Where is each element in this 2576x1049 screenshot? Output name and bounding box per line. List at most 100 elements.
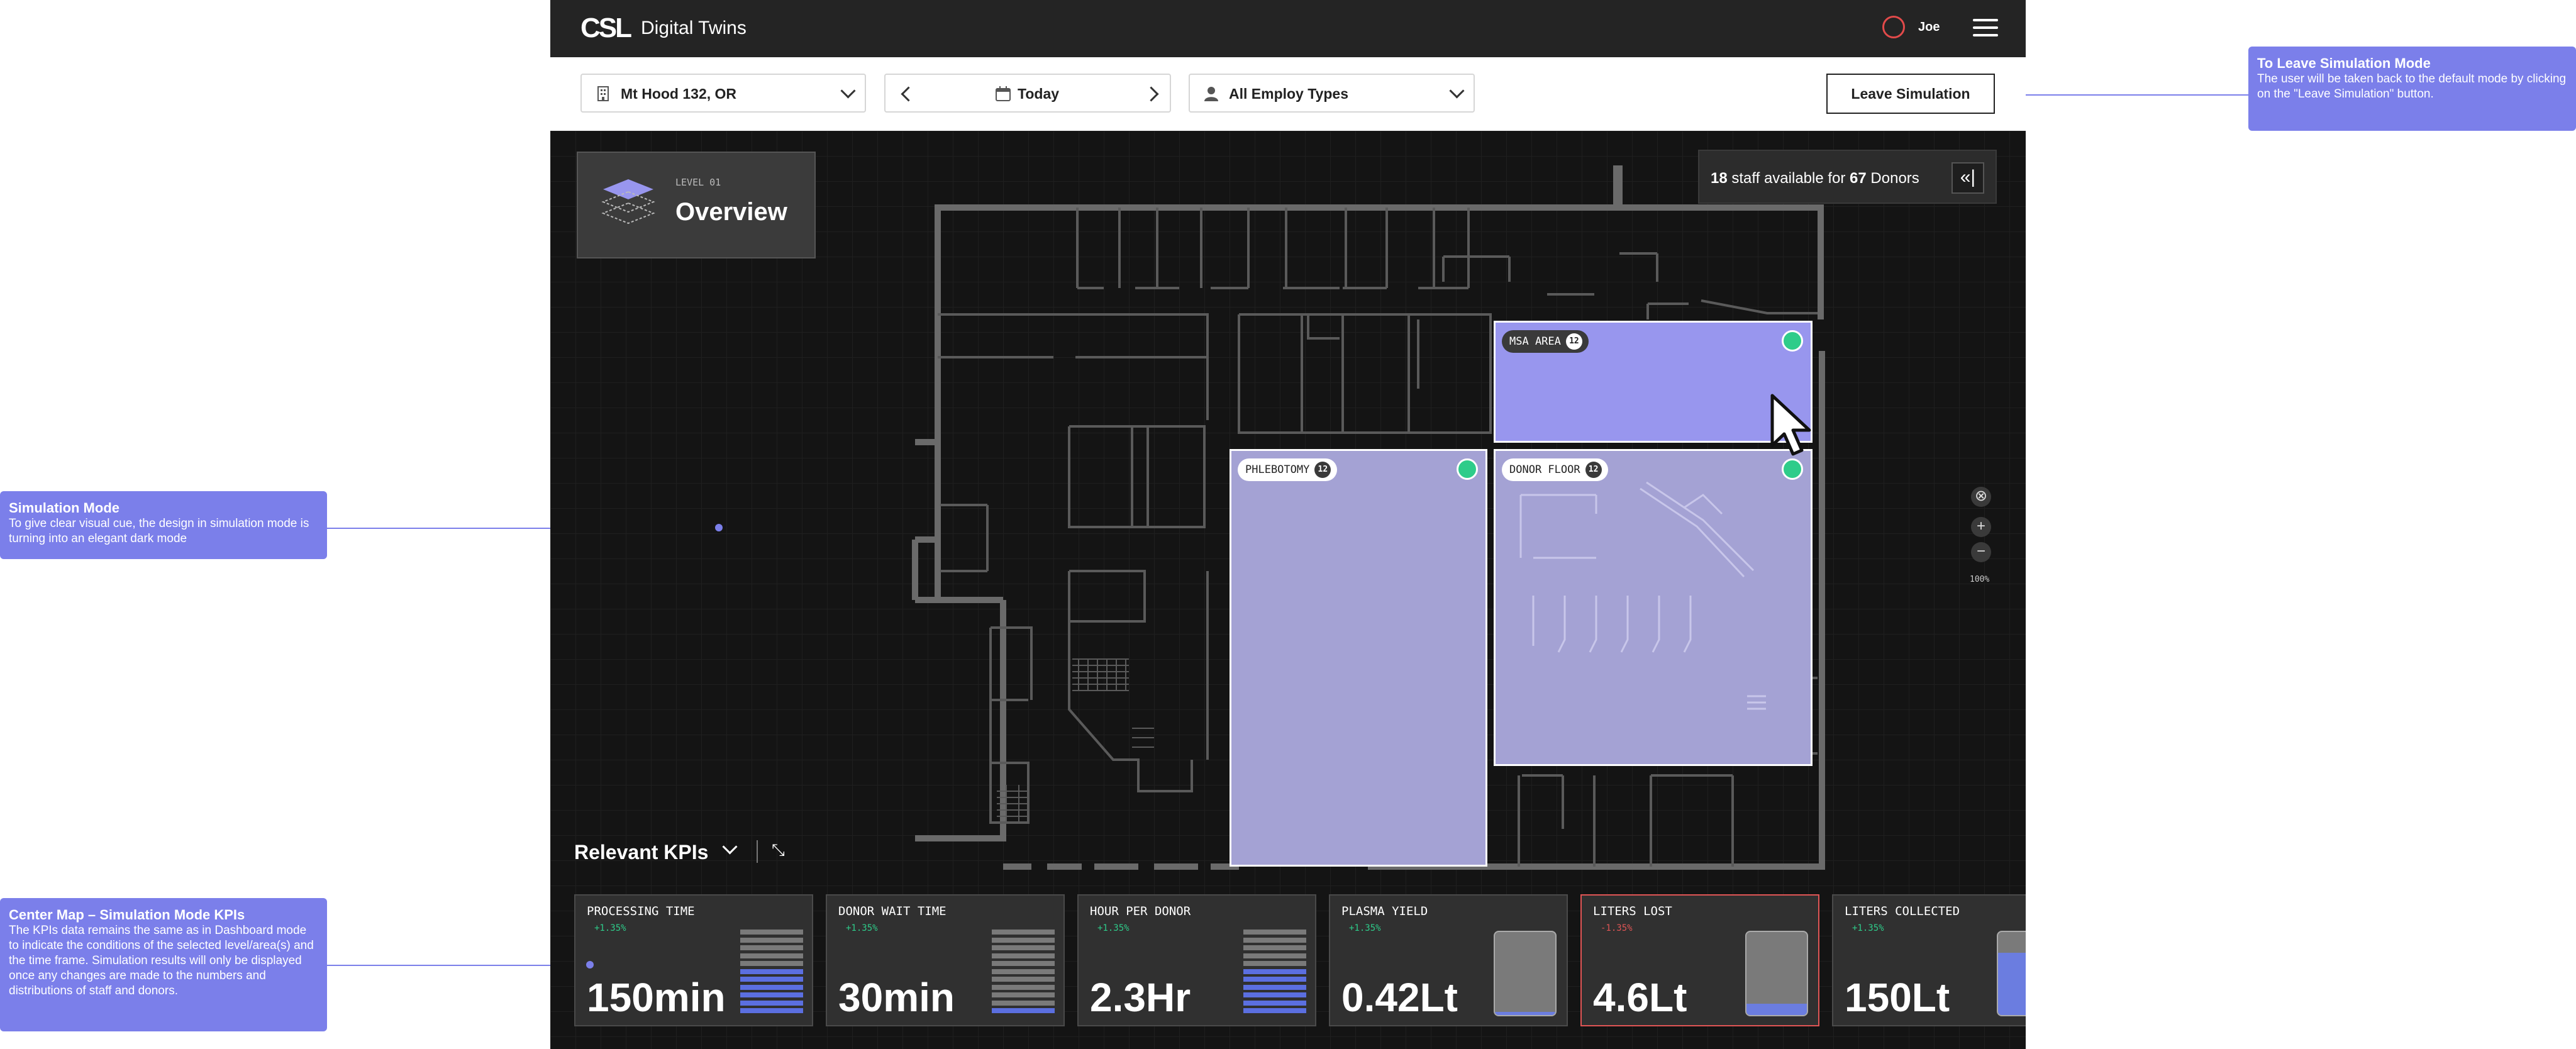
kpi-level-bars	[1243, 930, 1306, 1016]
kpi-card-liters-lost[interactable]: LITERS LOST -1.35% 4.6Lt	[1580, 894, 1819, 1026]
annotation-title: Center Map – Simulation Mode KPIs	[9, 907, 245, 923]
minimize-icon[interactable]: ⤡	[772, 840, 785, 860]
kpi-level-bar	[1243, 1008, 1306, 1013]
kpi-level-bar	[1243, 930, 1306, 935]
location-label: Mt Hood 132, OR	[621, 86, 737, 102]
kpi-level-bar	[1243, 1000, 1306, 1006]
top-bar: CSL Digital Twins Joe	[550, 0, 2026, 57]
kpi-card-donor-wait-time[interactable]: DONOR WAIT TIME +1.35% 30min	[826, 894, 1065, 1026]
area-donor-floor[interactable]: DONOR FLOOR 12	[1494, 449, 1813, 766]
zoom-out-icon[interactable]: −	[1971, 542, 1991, 562]
annotation-dot	[715, 524, 723, 531]
kpi-section-title[interactable]: Relevant KPIs	[574, 841, 708, 864]
kpi-change: +1.35%	[846, 923, 878, 933]
page-title: Overview	[675, 198, 787, 226]
kpi-level-bar	[740, 1000, 803, 1006]
staff-summary-text: 18 staff available for 67 Donors	[1711, 170, 1919, 187]
kpi-change: +1.35%	[1852, 923, 1884, 933]
donor-floor-layout	[1519, 481, 1766, 710]
kpi-title: HOUR PER DONOR	[1090, 904, 1191, 918]
leave-simulation-button[interactable]: Leave Simulation	[1826, 74, 1995, 114]
kpi-level-bar	[992, 992, 1055, 997]
floor-map[interactable]: LEVEL 01 Overview 18 staff available for…	[550, 131, 2026, 1049]
kpi-value: 4.6Lt	[1593, 975, 1687, 1020]
area-count: 12	[1565, 333, 1582, 350]
annotation-text: To give clear visual cue, the design in …	[9, 517, 309, 545]
kpi-card-liters-collected[interactable]: LITERS COLLECTED +1.35% 150Lt	[1832, 894, 2026, 1026]
chevron-left-icon[interactable]	[901, 86, 916, 102]
layers-icon	[601, 179, 655, 225]
kpi-value: 150min	[587, 975, 726, 1020]
staff-summary: 18 staff available for 67 Donors «|	[1698, 150, 1997, 204]
user-name[interactable]: Joe	[1918, 20, 1940, 35]
date-label: Today	[1018, 86, 1060, 102]
kpi-value: 2.3Hr	[1090, 975, 1191, 1020]
kpi-level-bar	[992, 969, 1055, 974]
kpi-level-bar	[992, 1000, 1055, 1006]
kpi-level-bar	[1243, 953, 1306, 958]
area-phlebotomy[interactable]: PHLEBOTOMY 12	[1230, 449, 1487, 867]
kpi-level-bar	[992, 937, 1055, 943]
kpi-level-fill	[1746, 1003, 1807, 1015]
kpi-level-bar	[992, 930, 1055, 935]
location-select[interactable]: Mt Hood 132, OR	[580, 74, 866, 113]
kpi-title: PLASMA YIELD	[1341, 904, 1428, 918]
kpi-level-fill	[1998, 953, 2026, 1015]
area-msa[interactable]: MSA AREA 12	[1494, 321, 1813, 443]
date-picker[interactable]: Today	[884, 74, 1171, 113]
kpi-level-bar	[740, 945, 803, 950]
area-name: MSA AREA	[1509, 335, 1561, 348]
kpi-card-hour-per-donor[interactable]: HOUR PER DONOR +1.35% 2.3Hr	[1077, 894, 1316, 1026]
kpi-level-bars	[740, 930, 803, 1016]
collapse-panel-icon[interactable]: «|	[1951, 162, 1984, 194]
donor-text: Donors	[1870, 170, 1919, 187]
menu-icon[interactable]	[1973, 19, 1998, 38]
kpi-card-processing-time[interactable]: PROCESSING TIME +1.35% 150min	[574, 894, 813, 1026]
staff-count: 18	[1711, 170, 1728, 187]
kpi-level-tank	[1745, 931, 1808, 1016]
kpi-level-bar	[992, 977, 1055, 982]
kpi-card-plasma-yield[interactable]: PLASMA YIELD +1.35% 0.42Lt	[1329, 894, 1568, 1026]
kpi-level-bar	[740, 1008, 803, 1013]
annotation-dot	[586, 961, 594, 969]
divider	[757, 840, 758, 863]
logo: CSL	[580, 13, 632, 43]
kpi-level-bar	[740, 937, 803, 943]
kpi-level-bar	[740, 992, 803, 997]
kpi-level-bar	[1243, 969, 1306, 974]
annotation-text: The KPIs data remains the same as in Das…	[9, 924, 314, 997]
chevron-right-icon[interactable]	[1143, 86, 1159, 102]
kpi-value: 30min	[838, 975, 955, 1020]
kpi-title: DONOR WAIT TIME	[838, 904, 947, 918]
kpi-change: +1.35%	[1349, 923, 1381, 933]
recenter-icon[interactable]: ⊗	[1971, 487, 1991, 507]
zoom-in-icon[interactable]: +	[1971, 517, 1991, 537]
avatar[interactable]	[1882, 16, 1905, 38]
area-tag: MSA AREA 12	[1502, 330, 1589, 353]
employee-type-select[interactable]: All Employ Types	[1189, 74, 1475, 113]
kpi-level-tank	[1494, 931, 1557, 1016]
annotation-kpis: Center Map – Simulation Mode KPIs The KP…	[0, 898, 327, 1031]
staff-text: staff available for	[1731, 170, 1846, 187]
kpi-title: LITERS COLLECTED	[1845, 904, 1960, 918]
annotation-leave-simulation: To Leave Simulation Mode The user will b…	[2248, 47, 2576, 131]
zoom-level: 100%	[1970, 575, 1990, 584]
kpi-level-bar	[1243, 937, 1306, 943]
area-name: PHLEBOTOMY	[1245, 463, 1310, 476]
kpi-title: PROCESSING TIME	[587, 904, 695, 918]
kpi-level-bar	[1243, 984, 1306, 990]
kpi-level-bars	[992, 930, 1055, 1016]
kpi-level-bar	[740, 977, 803, 982]
cursor-icon	[1770, 394, 1811, 456]
kpi-level-bar	[740, 953, 803, 958]
annotation-title: To Leave Simulation Mode	[2257, 55, 2431, 71]
kpi-level-bar	[992, 961, 1055, 966]
kpi-title: LITERS LOST	[1593, 904, 1672, 918]
status-indicator	[1457, 458, 1478, 480]
kpi-level-bar	[740, 984, 803, 990]
kpi-level-bar	[1243, 945, 1306, 950]
kpi-level-bar	[1243, 992, 1306, 997]
level-card[interactable]: LEVEL 01 Overview	[577, 152, 816, 258]
calendar-icon	[996, 86, 1011, 101]
kpi-level-bar	[740, 930, 803, 935]
